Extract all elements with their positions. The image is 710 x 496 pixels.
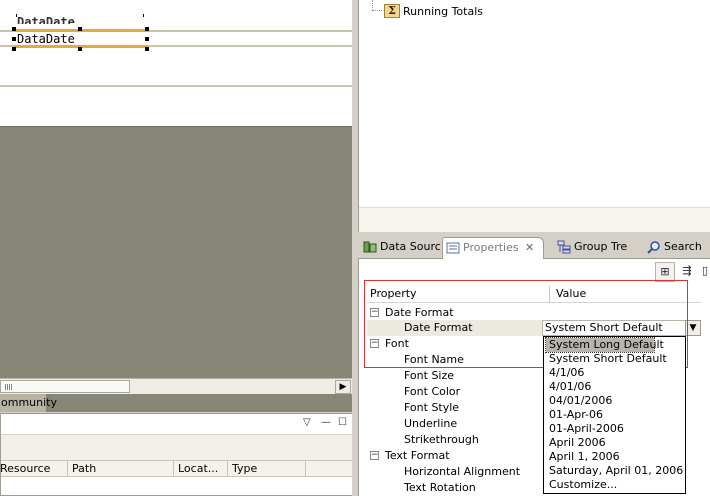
results-table-header: Resource Path Locat... Type bbox=[0, 460, 353, 477]
filter-icon[interactable]: ⇶ bbox=[677, 262, 697, 282]
panel-toolbar: ▽ — ☐ bbox=[1, 414, 353, 434]
ghost-field-text: DataDate bbox=[17, 15, 75, 24]
canvas-background bbox=[0, 126, 352, 378]
resize-handle[interactable] bbox=[145, 27, 149, 31]
outline-tree bbox=[358, 0, 710, 232]
column-header-path[interactable]: Path bbox=[67, 461, 96, 476]
group-tree-icon bbox=[557, 240, 571, 254]
property-group-date-format[interactable]: − Date Format bbox=[367, 305, 701, 321]
tab-properties[interactable]: Properties ✕ bbox=[442, 237, 544, 260]
properties-table-header: Property Value bbox=[367, 286, 701, 303]
scrollbar-thumb[interactable] bbox=[0, 380, 130, 393]
maximize-icon[interactable]: ☐ bbox=[338, 417, 347, 428]
marker bbox=[143, 14, 144, 17]
property-label: Font Style bbox=[404, 401, 460, 414]
dropdown-option[interactable]: 4/1/06 bbox=[546, 366, 684, 380]
column-header-value[interactable]: Value bbox=[556, 287, 586, 301]
tab-label: Data Sourc bbox=[380, 240, 440, 253]
resize-handle[interactable] bbox=[78, 47, 82, 51]
sigma-icon: Σ bbox=[384, 4, 400, 18]
tab-label: Search bbox=[664, 240, 702, 253]
resize-handle[interactable] bbox=[12, 37, 16, 41]
search-icon bbox=[647, 241, 660, 254]
tree-connector bbox=[372, 10, 382, 11]
dropdown-option[interactable]: 04/01/2006 bbox=[546, 394, 684, 408]
data-source-icon bbox=[363, 241, 377, 253]
dropdown-option[interactable]: System Long Default bbox=[545, 337, 664, 353]
report-editor-canvas[interactable]: DataDate DataDate bbox=[0, 0, 352, 126]
tab-label: Properties bbox=[463, 241, 519, 254]
collapse-icon[interactable]: − bbox=[370, 339, 379, 348]
resize-handle[interactable] bbox=[145, 37, 149, 41]
resize-handle[interactable] bbox=[78, 27, 82, 31]
dropdown-option[interactable]: April 1, 2006 bbox=[546, 450, 684, 464]
property-label: Font Name bbox=[404, 353, 464, 366]
date-format-value-combo[interactable]: System Short Default bbox=[542, 320, 686, 336]
tab-group-tree[interactable]: Group Tre bbox=[554, 237, 636, 259]
property-label: Date Format bbox=[385, 306, 454, 319]
property-label: Horizontal Alignment bbox=[404, 465, 521, 478]
dropdown-option[interactable]: 01-April-2006 bbox=[546, 422, 684, 436]
minimize-icon[interactable]: — bbox=[321, 417, 331, 428]
properties-toolbar: ⊞ ⇶ ▯ bbox=[359, 259, 710, 284]
community-tab[interactable]: ommunity bbox=[0, 394, 57, 412]
tab-search[interactable]: Search bbox=[644, 237, 708, 259]
more-icon[interactable]: ▯ bbox=[699, 262, 710, 282]
properties-icon bbox=[446, 242, 460, 254]
resize-handle[interactable] bbox=[12, 27, 16, 31]
dropdown-option[interactable]: 01-Apr-06 bbox=[546, 408, 684, 422]
dropdown-option[interactable]: April 2006 bbox=[546, 436, 684, 450]
search-results-panel: ▽ — ☐ Resource Path Locat... Type bbox=[0, 413, 354, 496]
view-menu-icon[interactable]: ▽ bbox=[303, 417, 311, 428]
resize-handle[interactable] bbox=[12, 47, 16, 51]
property-label: Underline bbox=[404, 417, 458, 430]
column-header-location[interactable]: Locat... bbox=[173, 461, 218, 476]
chevron-down-icon[interactable]: ▼ bbox=[685, 320, 701, 336]
horizontal-scrollbar[interactable]: ▶ bbox=[0, 378, 352, 394]
resize-handle[interactable] bbox=[145, 47, 149, 51]
property-label: Font Size bbox=[404, 369, 455, 382]
view-tab-bar: Data Sourc Properties ✕ Group Tre Search bbox=[358, 235, 710, 260]
property-label: Strikethrough bbox=[404, 433, 479, 446]
property-label: Text Format bbox=[385, 449, 450, 462]
property-label: Text Rotation bbox=[404, 481, 476, 494]
date-format-dropdown-list[interactable]: System Long Default System Short Default… bbox=[543, 336, 686, 494]
dropdown-option[interactable]: Customize... bbox=[546, 478, 684, 492]
outline-footer bbox=[359, 207, 710, 232]
categorize-icon[interactable]: ⊞ bbox=[655, 262, 675, 282]
column-header-property[interactable]: Property bbox=[370, 287, 417, 301]
marker bbox=[16, 14, 17, 17]
property-label: Font Color bbox=[404, 385, 461, 398]
collapse-icon[interactable]: − bbox=[370, 451, 379, 460]
close-icon[interactable]: ✕ bbox=[525, 238, 534, 258]
collapse-icon[interactable]: − bbox=[370, 308, 379, 317]
scrollbar-grip-icon bbox=[5, 384, 13, 390]
column-header-empty bbox=[305, 461, 353, 476]
tab-data-source[interactable]: Data Sourc bbox=[360, 237, 440, 259]
column-header-type[interactable]: Type bbox=[227, 461, 257, 476]
dropdown-option[interactable]: Saturday, April 01, 2006 bbox=[546, 464, 684, 478]
datadate-field-text: DataDate bbox=[17, 32, 75, 46]
column-separator[interactable] bbox=[549, 286, 550, 303]
tab-label: Group Tre bbox=[574, 240, 628, 253]
dropdown-option[interactable]: 4/01/06 bbox=[546, 380, 684, 394]
property-row-date-format[interactable]: Date Format bbox=[367, 320, 542, 336]
scroll-right-arrow-icon[interactable]: ▶ bbox=[335, 380, 351, 394]
band-line bbox=[0, 85, 352, 87]
tree-connector bbox=[372, 0, 373, 10]
property-label: Date Format bbox=[404, 321, 473, 334]
datadate-field[interactable]: DataDate bbox=[14, 29, 148, 48]
dropdown-option[interactable]: System Short Default bbox=[546, 352, 684, 366]
property-label: Font bbox=[385, 337, 409, 350]
tree-item-running-totals[interactable]: Running Totals bbox=[403, 5, 483, 18]
column-header-resource[interactable]: Resource bbox=[0, 461, 50, 476]
